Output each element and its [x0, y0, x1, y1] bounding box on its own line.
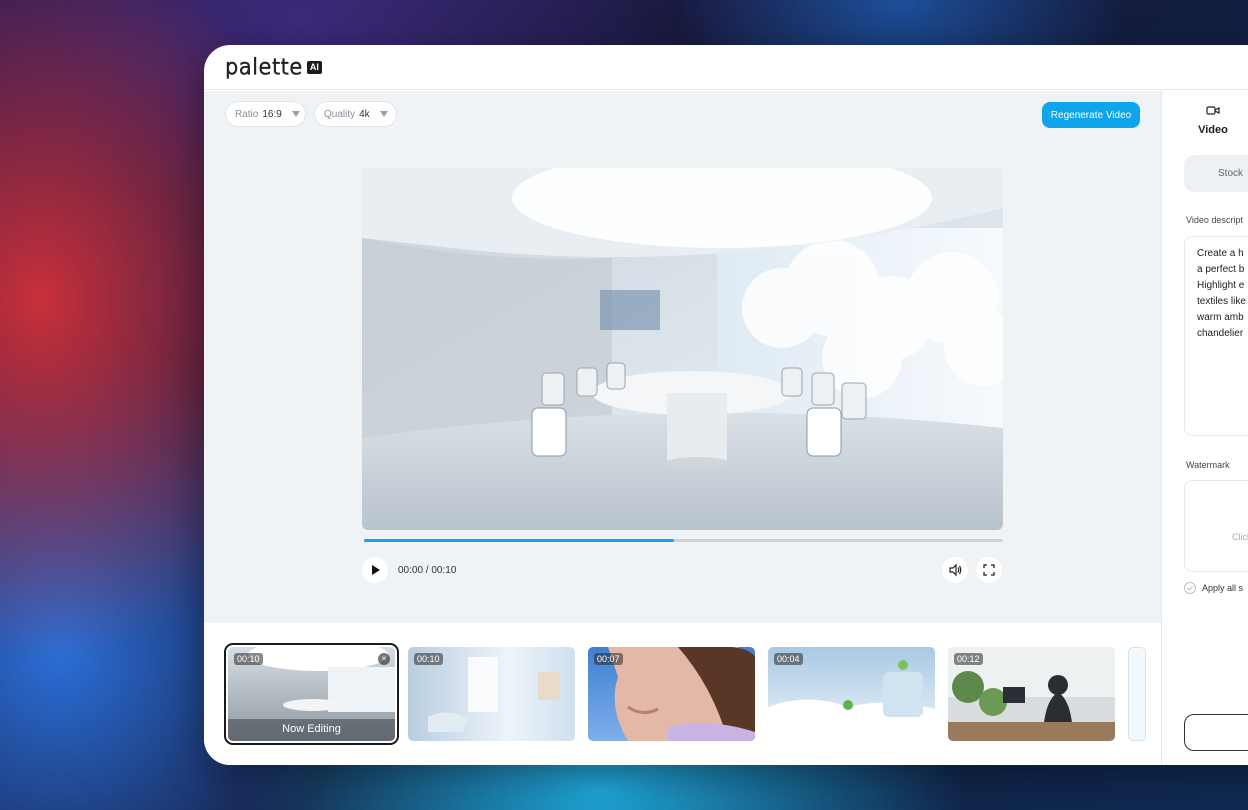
stock-label: Stock — [1218, 168, 1244, 179]
desc-line: chandelier — [1197, 328, 1244, 339]
desc-line: warm amb — [1197, 312, 1244, 323]
clip-thumbnail[interactable]: 00:12 — [948, 647, 1115, 741]
desc-line: Highlight e — [1197, 280, 1245, 291]
desc-line: Create a h — [1197, 248, 1244, 259]
playback-time: 00:00 / 00:10 — [398, 565, 457, 576]
clip-duration: 00:07 — [594, 653, 623, 665]
tab-video[interactable]: Video — [1198, 103, 1228, 136]
clip-duration: 00:04 — [774, 653, 803, 665]
regenerate-video-button[interactable]: Regenerate Video — [1042, 102, 1140, 128]
video-description-label: Video descript — [1186, 215, 1243, 225]
tab-video-label: Video — [1198, 124, 1228, 136]
now-editing-label: Now Editing — [282, 723, 341, 735]
clip-thumbnail[interactable]: 00:04 — [768, 647, 935, 741]
sidebar-action-button[interactable] — [1184, 714, 1248, 751]
clip-duration: 00:10 — [234, 653, 263, 665]
app-window: palette AI Ratio 16:9 Quality 4k Regener… — [204, 45, 1248, 765]
logo-badge: AI — [306, 60, 322, 74]
volume-button[interactable] — [942, 557, 968, 583]
ratio-dropdown[interactable]: Ratio 16:9 — [225, 101, 306, 127]
video-progress-bar[interactable] — [364, 539, 1003, 542]
play-icon — [372, 565, 380, 575]
desc-line: textiles like — [1197, 296, 1246, 307]
clip-thumbnail[interactable]: 00:07 — [588, 647, 755, 741]
main-editor: Ratio 16:9 Quality 4k Regenerate Video 0… — [204, 91, 1161, 623]
right-sidebar: Video Stock Video descript Create a h a … — [1161, 91, 1248, 765]
volume-icon — [949, 563, 962, 577]
top-bar: palette AI — [204, 45, 1248, 90]
fullscreen-icon — [983, 564, 995, 576]
video-description-input[interactable]: Create a h a perfect b Highlight e texti… — [1184, 236, 1248, 436]
conference-room-image — [362, 168, 1003, 530]
quality-value: 4k — [359, 108, 370, 120]
apply-all-label: Apply all s — [1202, 583, 1244, 593]
close-icon[interactable]: × — [378, 653, 390, 665]
play-button[interactable] — [362, 557, 388, 583]
video-progress-fill — [364, 539, 674, 542]
watermark-hint: Click — [1232, 532, 1248, 542]
ratio-label: Ratio — [235, 108, 259, 120]
check-circle-icon — [1184, 582, 1196, 594]
clip-timeline: 00:10 × Now Editing 00:10 00:07 00:04 00… — [204, 623, 1161, 765]
watermark-upload[interactable]: Click — [1184, 480, 1248, 572]
watermark-label: Watermark — [1186, 460, 1230, 470]
video-camera-icon — [1206, 106, 1220, 115]
stock-button[interactable]: Stock — [1184, 155, 1248, 192]
clip-duration: 00:10 — [414, 653, 443, 665]
quality-dropdown[interactable]: Quality 4k — [314, 101, 397, 127]
fullscreen-button[interactable] — [976, 557, 1002, 583]
clip-thumbnail-partial[interactable] — [1128, 647, 1146, 741]
ratio-value: 16:9 — [262, 108, 282, 120]
chevron-down-icon — [379, 111, 388, 117]
quality-label: Quality — [324, 108, 356, 120]
apply-all-checkbox[interactable]: Apply all s — [1184, 582, 1243, 594]
video-preview[interactable] — [362, 168, 1003, 530]
clip-thumbnail[interactable]: 00:10 × Now Editing — [224, 643, 399, 745]
chevron-down-icon — [291, 111, 300, 117]
clip-duration: 00:12 — [954, 653, 983, 665]
clip-thumbnail[interactable]: 00:10 — [408, 647, 575, 741]
logo: palette — [224, 54, 303, 79]
desc-line: a perfect b — [1197, 264, 1245, 275]
